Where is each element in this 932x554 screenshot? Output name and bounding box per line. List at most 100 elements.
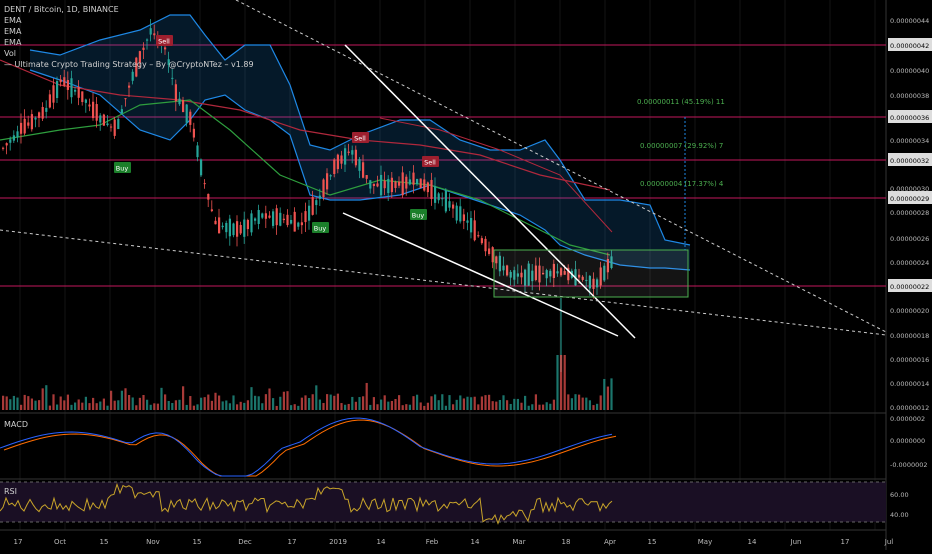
volume-bar	[38, 400, 41, 410]
volume-bar	[203, 397, 206, 410]
volume-bar	[178, 399, 181, 410]
volume-bar	[171, 403, 174, 410]
volume-bar	[426, 402, 429, 410]
volume-bar	[52, 394, 55, 410]
candle-body	[128, 85, 131, 88]
volume-bar	[5, 396, 8, 410]
price-tick-label: 0.00000044	[890, 17, 929, 25]
volume-bar	[509, 403, 512, 410]
candle-body	[372, 183, 375, 187]
volume-bar	[228, 403, 231, 410]
candle-body	[405, 176, 408, 189]
volume-bar	[149, 404, 152, 410]
chart-stage[interactable]: 0.00000044 0.00000042 0.00000040 0.00000038…	[0, 0, 932, 550]
candle-body	[347, 151, 350, 153]
price-tick-label: 0.00000016	[890, 356, 929, 364]
volume-bar	[437, 400, 440, 410]
volume-bar	[491, 401, 494, 410]
candle-body	[408, 179, 411, 185]
volume-bar	[466, 396, 469, 410]
candle-body	[120, 109, 123, 114]
volume-bar	[189, 396, 192, 410]
macd-pane-label[interactable]: MACD	[4, 420, 28, 429]
volume-bar	[239, 401, 242, 410]
volume-bar	[250, 387, 253, 410]
volume-bar	[599, 395, 602, 410]
candle-body	[257, 210, 260, 224]
volume-bar	[117, 400, 120, 410]
candle-body	[113, 119, 116, 136]
legend-ema-3[interactable]: EMA	[4, 37, 254, 48]
candle-body	[250, 213, 253, 233]
candle-body	[455, 205, 458, 221]
volume-bar	[27, 396, 30, 410]
legend-ema-2[interactable]: EMA	[4, 26, 254, 37]
candle-body	[59, 79, 62, 83]
volume-bar	[459, 395, 462, 410]
volume-bar	[473, 396, 476, 410]
volume-bar	[592, 405, 595, 410]
candle-body	[185, 104, 188, 123]
candle-body	[426, 182, 429, 193]
volume-bar	[56, 404, 59, 410]
candle-body	[174, 84, 177, 102]
candle-body	[358, 159, 361, 171]
volume-bar	[423, 405, 426, 410]
candle-body	[99, 115, 102, 123]
volume-bar	[419, 402, 422, 410]
time-tick-label: 14	[377, 538, 386, 546]
legend-ema-1[interactable]: EMA	[4, 15, 254, 26]
volume-bar	[59, 396, 62, 410]
volume-bar	[272, 398, 275, 410]
volume-bar	[174, 400, 177, 410]
candle-body	[340, 155, 343, 164]
candle-body	[203, 183, 206, 185]
legend-title[interactable]: DENT / Bitcoin, 1D, BINANCE	[4, 4, 254, 15]
candle-body	[41, 106, 44, 119]
rsi-pane-label[interactable]: RSI	[4, 487, 17, 496]
time-tick-label: Feb	[426, 538, 439, 546]
time-tick-label: May	[698, 538, 712, 546]
legend-vol[interactable]: Vol	[4, 48, 254, 59]
volume-bar	[304, 395, 307, 410]
volume-bar	[502, 395, 505, 410]
volume-bar	[153, 403, 156, 410]
candle-body	[117, 118, 120, 130]
time-tick-label: 2019	[329, 538, 347, 546]
time-tick-label: Mar	[512, 538, 525, 546]
candle-body	[477, 235, 480, 237]
volume-bar	[387, 401, 390, 410]
chart-canvas[interactable]: 0.00000044 0.00000042 0.00000040 0.00000038…	[0, 0, 932, 550]
volume-bar	[329, 394, 332, 410]
candle-body	[243, 219, 246, 237]
time-tick-label: 15	[193, 538, 202, 546]
volume-bar	[581, 397, 584, 410]
volume-bar	[318, 399, 321, 410]
candle-body	[77, 86, 80, 98]
buy-signal-label: Buy	[116, 165, 129, 173]
volume-bar	[578, 394, 581, 410]
price-tick-label: 0.00000012	[890, 404, 929, 412]
volume-bar	[516, 398, 519, 410]
time-tick-label: 15	[648, 538, 657, 546]
price-tick-label: 0.00000024	[890, 259, 929, 267]
volume-bar	[351, 396, 354, 410]
volume-bar	[477, 404, 480, 410]
candle-body	[459, 206, 462, 222]
candle-body	[329, 175, 332, 177]
legend-strategy[interactable]: — Ultimate Crypto Trading Strategy – By …	[4, 59, 254, 70]
volume-bar	[192, 405, 195, 410]
price-tick-label: 0.00000026	[890, 235, 929, 243]
price-tick-label: 0.00000020	[890, 307, 929, 315]
time-tick-label: Oct	[54, 538, 66, 546]
time-tick-label: Apr	[604, 538, 616, 546]
time-tick-label: Jun	[790, 538, 802, 546]
candle-body	[416, 178, 419, 185]
candle-body	[308, 205, 311, 221]
candle-body	[171, 77, 174, 79]
volume-bar	[308, 397, 311, 410]
price-tag: 0.00000036	[890, 114, 929, 122]
volume-bar	[246, 400, 249, 410]
volume-bar	[542, 404, 545, 410]
candle-body	[470, 218, 473, 233]
